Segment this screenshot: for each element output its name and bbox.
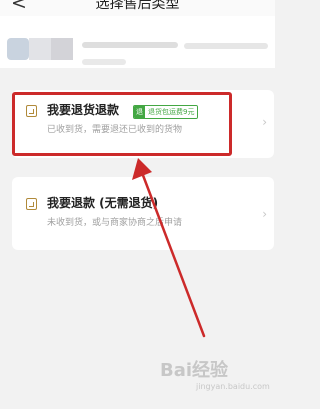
watermark-sub: jingyan.baidu.com bbox=[196, 382, 270, 391]
annotation-arrow bbox=[132, 158, 206, 338]
watermark: Bai经验 bbox=[160, 360, 229, 381]
